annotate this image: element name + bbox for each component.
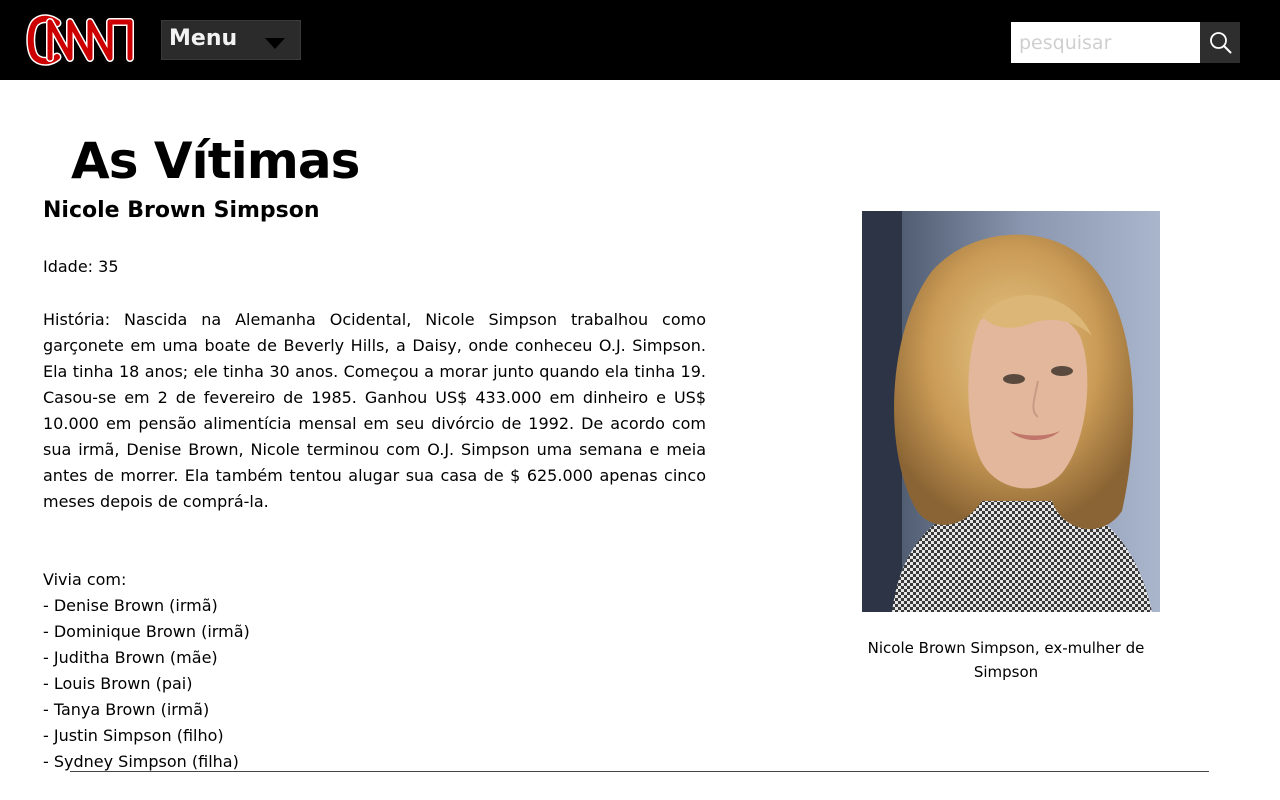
- chevron-down-icon: [265, 38, 285, 49]
- victim-age: Idade: 35: [43, 257, 119, 276]
- page-title: As Vítimas: [71, 132, 360, 190]
- photo-caption: Nicole Brown Simpson, ex-mulher de Simps…: [867, 639, 1145, 681]
- cnn-logo-mark: [26, 14, 134, 66]
- divider: [70, 771, 1209, 772]
- menu-dropdown-button[interactable]: Menu: [161, 20, 301, 60]
- victim-history: História: Nascida na Alemanha Ocidental,…: [43, 310, 706, 511]
- cnn-logo[interactable]: [26, 14, 134, 66]
- list-item: - Denise Brown (irmã): [43, 596, 218, 615]
- victim-name: Nicole Brown Simpson: [43, 198, 320, 223]
- list-item: - Dominique Brown (irmã): [43, 622, 250, 641]
- victim-photo: [862, 211, 1160, 612]
- menu-label: Menu: [169, 26, 238, 51]
- portrait-image: [862, 211, 1160, 612]
- search-icon: [1210, 32, 1232, 54]
- list-item: - Justin Simpson (filho): [43, 726, 224, 745]
- search-button[interactable]: [1200, 22, 1240, 63]
- list-item: - Tanya Brown (irmã): [43, 700, 210, 719]
- lived-with-label: Vivia com:: [43, 570, 127, 589]
- list-item: - Louis Brown (pai): [43, 674, 193, 693]
- top-navigation-bar: Menu: [0, 0, 1280, 80]
- search-input[interactable]: [1011, 22, 1200, 63]
- list-item: - Juditha Brown (mãe): [43, 648, 218, 667]
- lived-with-list: - Denise Brown (irmã) - Dominique Brown …: [43, 593, 250, 775]
